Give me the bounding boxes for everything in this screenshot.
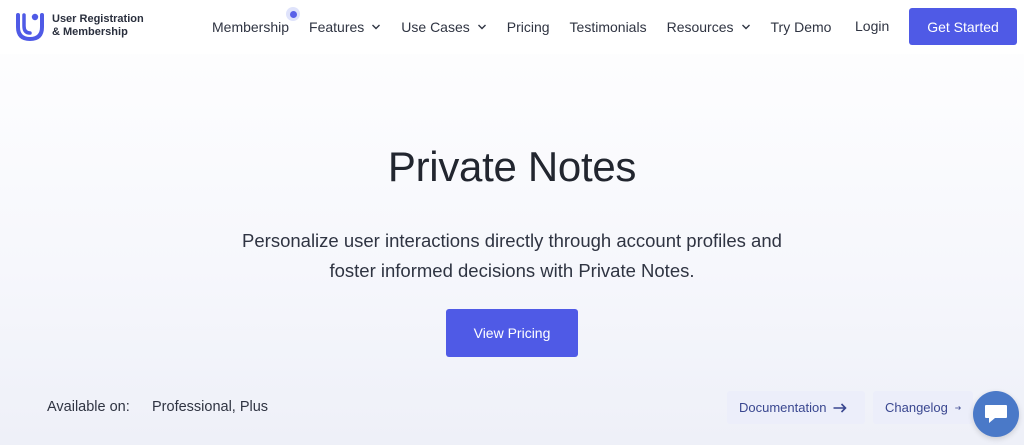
brand-name: User Registration & Membership xyxy=(52,13,152,39)
documentation-label: Documentation xyxy=(739,400,827,415)
changelog-link[interactable]: Changelog xyxy=(873,391,973,424)
chevron-down-icon xyxy=(477,24,486,30)
nav-item-label: Use Cases xyxy=(401,19,470,35)
nav-item-label: Pricing xyxy=(506,19,550,35)
subtitle-line1: Personalize user interactions directly t… xyxy=(242,230,782,251)
nav-item-features[interactable]: Features xyxy=(309,19,381,35)
availability-plans: Professional, Plus xyxy=(152,399,269,415)
chat-launcher-button[interactable] xyxy=(973,391,1019,437)
page-title: Private Notes xyxy=(387,143,637,190)
arrow-right-icon xyxy=(955,405,961,410)
nav-item-pricing[interactable]: Pricing xyxy=(507,19,550,35)
nav-item-label: Try Demo xyxy=(770,19,832,35)
brand-logo[interactable]: User Registration & Membership xyxy=(14,9,152,43)
nav-item-label: Resources xyxy=(666,19,734,35)
nav-item-membership[interactable]: Membership xyxy=(212,7,301,35)
chevron-down-icon xyxy=(741,24,750,30)
nav-item-use-cases[interactable]: Use Cases xyxy=(401,19,486,35)
nav-item-label: Testimonials xyxy=(569,19,647,35)
get-started-button[interactable]: Get Started xyxy=(909,8,1017,45)
documentation-link[interactable]: Documentation xyxy=(727,391,865,424)
nav-item-resources[interactable]: Resources xyxy=(667,19,751,35)
login-link[interactable]: Login xyxy=(855,18,889,34)
brand-name-line1: User Registration xyxy=(52,13,144,25)
nav-item-label: Membership xyxy=(212,19,290,35)
arrow-right-icon xyxy=(833,402,848,413)
availability-label: Available on: xyxy=(47,399,130,415)
nav-item-label: Features xyxy=(309,19,365,35)
ur-logo-icon xyxy=(16,13,44,42)
changelog-label: Changelog xyxy=(885,400,948,415)
subtitle-line2: foster informed decisions with Private N… xyxy=(329,260,695,281)
view-pricing-button[interactable]: View Pricing xyxy=(446,309,578,357)
nav-item-try-demo[interactable]: Try Demo xyxy=(771,19,832,35)
nav-item-testimonials[interactable]: Testimonials xyxy=(570,19,647,35)
brand-name-line2: & Membership xyxy=(52,26,128,38)
page-subtitle: Personalize user interactions directly t… xyxy=(212,226,812,286)
new-badge-icon xyxy=(286,7,301,21)
main-nav: Membership Features Use Cases Pricing Te… xyxy=(212,0,851,54)
site-header: User Registration & Membership Membershi… xyxy=(0,0,1024,54)
chevron-down-icon xyxy=(372,24,381,30)
chat-icon xyxy=(985,405,1007,423)
